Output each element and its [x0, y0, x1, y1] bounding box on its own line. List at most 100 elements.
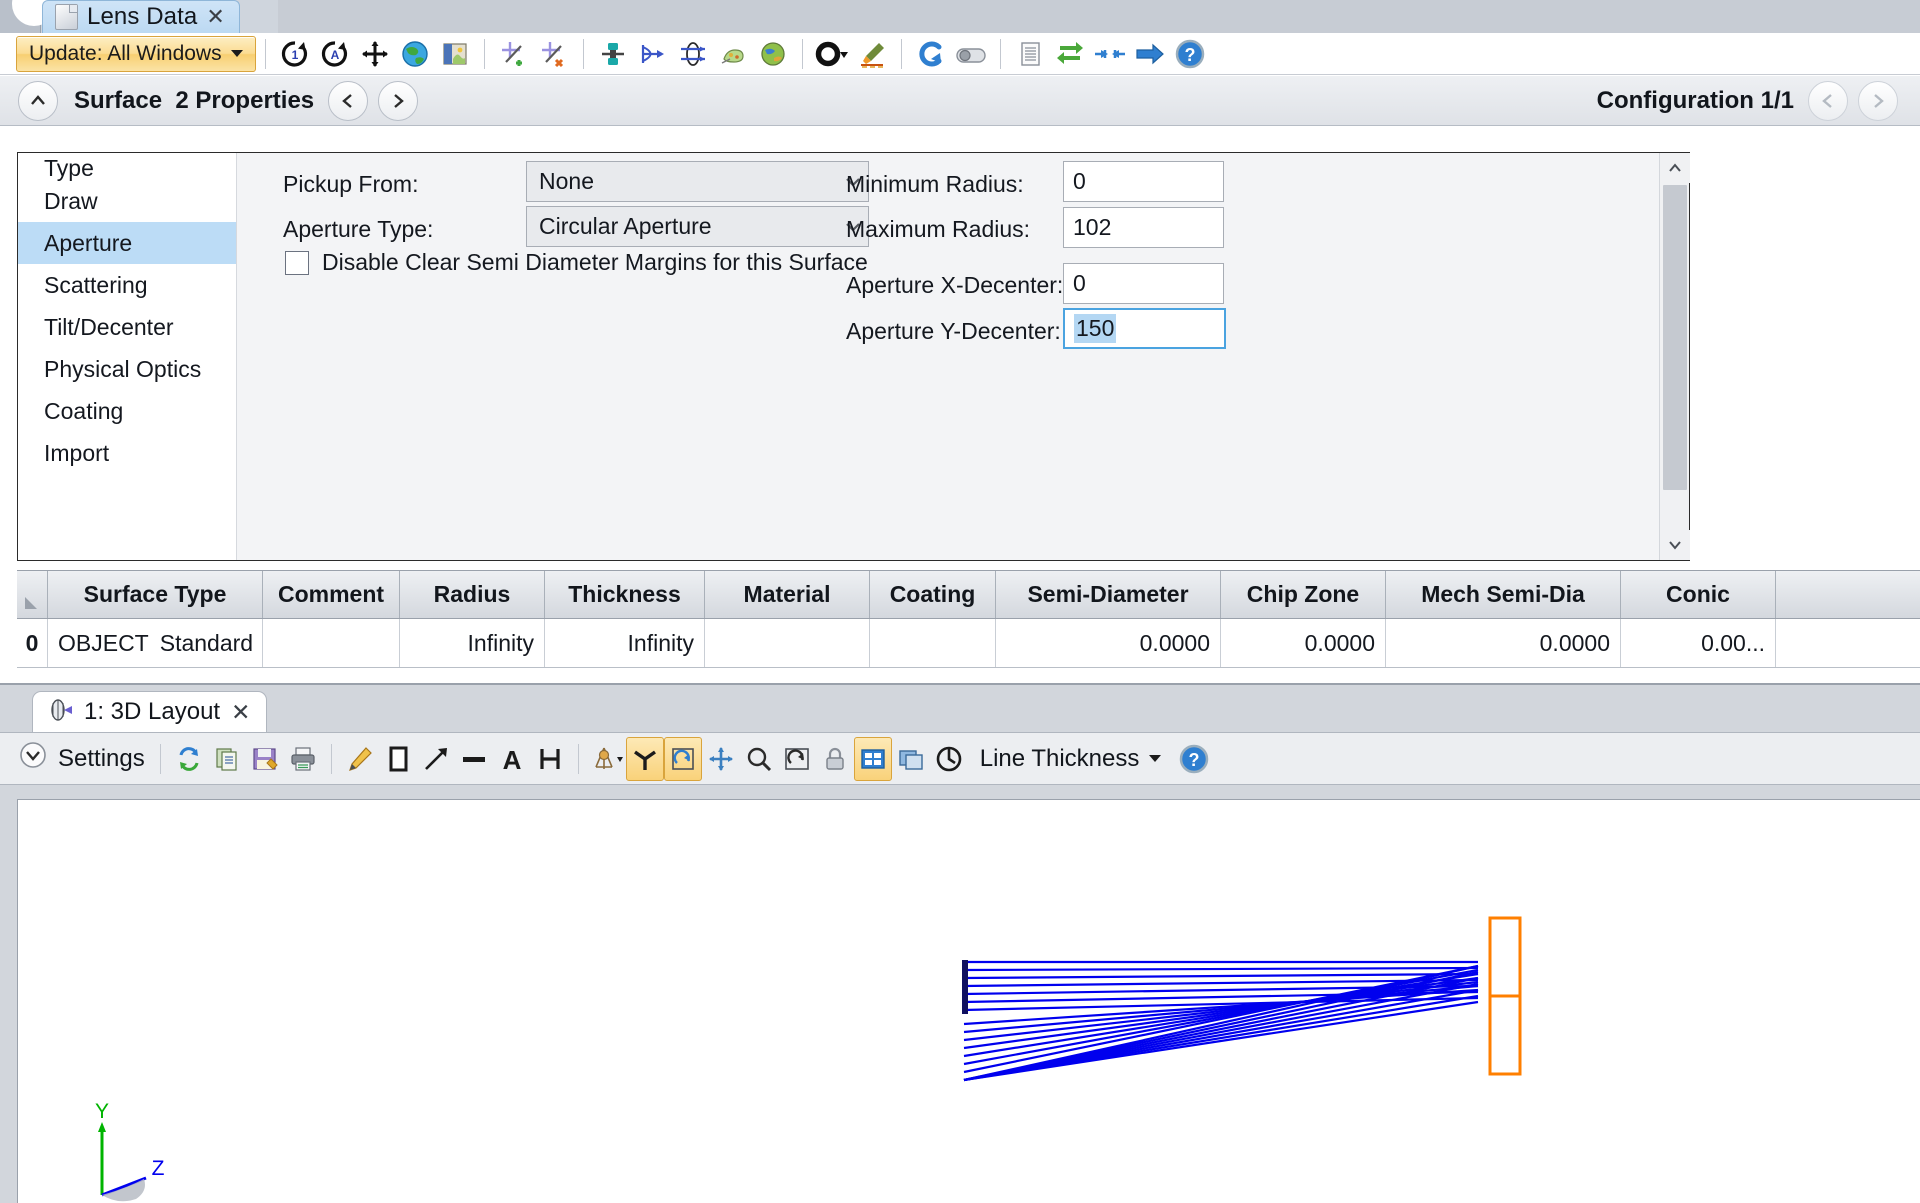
3d-layout-canvas[interactable]: Y Z [17, 799, 1920, 1203]
close-icon[interactable]: ✕ [206, 4, 224, 30]
column-header-conic[interactable]: Conic [1621, 571, 1776, 618]
arrow-annotation-icon[interactable] [417, 737, 455, 781]
category-item-scattering[interactable]: Scattering [18, 264, 236, 306]
scrollbar-thumb[interactable] [1663, 185, 1687, 490]
pickup-from-select[interactable]: None [526, 161, 869, 202]
next-surface-button[interactable] [378, 80, 419, 121]
refresh-icon[interactable] [170, 737, 208, 781]
move-icon[interactable] [355, 35, 395, 73]
ray-aiming-icon[interactable] [633, 35, 673, 73]
undo-icon[interactable] [911, 35, 951, 73]
next-configuration-button[interactable] [1858, 80, 1898, 121]
cell-material[interactable] [705, 619, 870, 667]
category-item-coating[interactable]: Coating [18, 390, 236, 432]
disable-margins-checkbox-row[interactable]: Disable Clear Semi Diameter Margins for … [285, 249, 868, 276]
text-annotation-icon[interactable]: A [493, 737, 531, 781]
column-header-semi-diameter[interactable]: Semi-Diameter [996, 571, 1221, 618]
color-map-icon[interactable] [753, 35, 793, 73]
globe-icon[interactable] [395, 35, 435, 73]
cell-surface-type[interactable]: OBJECT Standard [48, 619, 263, 667]
close-icon[interactable]: ✕ [231, 699, 250, 726]
update-single-window-icon[interactable]: 1 [275, 35, 315, 73]
aperture-icon[interactable] [812, 35, 852, 73]
column-header-thickness[interactable]: Thickness [545, 571, 705, 618]
rotate-view-icon[interactable] [663, 736, 702, 781]
chevron-down-icon[interactable] [230, 50, 243, 57]
minimum-radius-input[interactable]: 0 [1063, 161, 1224, 202]
window-icon[interactable] [892, 737, 930, 781]
column-header-mech-semi-dia[interactable]: Mech Semi-Dia [1386, 571, 1621, 618]
cell-conic[interactable]: 0.00... [1621, 619, 1776, 667]
properties-scrollbar[interactable] [1659, 153, 1690, 560]
refresh-view-icon[interactable] [930, 737, 968, 781]
table-row[interactable]: 0 OBJECT Standard Infinity Infinity 0.00… [17, 619, 1920, 668]
isometric-view-icon[interactable] [625, 736, 664, 781]
column-header-material[interactable]: Material [705, 571, 870, 618]
category-item-tilt-decenter[interactable]: Tilt/Decenter [18, 306, 236, 348]
select-all-corner[interactable] [17, 571, 48, 618]
column-header-chip-zone[interactable]: Chip Zone [1221, 571, 1386, 618]
column-header-coating[interactable]: Coating [870, 571, 996, 618]
delete-surface-icon[interactable] [534, 35, 574, 73]
category-item-aperture[interactable]: Aperture [18, 222, 236, 264]
sync-icon[interactable] [1050, 35, 1090, 73]
copy-icon[interactable] [208, 737, 246, 781]
system-check-icon[interactable] [673, 35, 713, 73]
scroll-down-arrow[interactable] [1660, 530, 1690, 560]
column-header-radius[interactable]: Radius [400, 571, 545, 618]
line-annotation-icon[interactable] [455, 737, 493, 781]
aperture-y-decenter-input[interactable]: 150 [1063, 308, 1226, 349]
collapse-icon[interactable] [1090, 35, 1130, 73]
scatter-plot-icon[interactable] [713, 35, 753, 73]
report-icon[interactable] [1010, 35, 1050, 73]
category-item-draw[interactable]: Draw [18, 180, 236, 222]
tolerance-icon[interactable] [852, 35, 892, 73]
lock-icon[interactable] [816, 737, 854, 781]
forward-icon[interactable] [1130, 35, 1170, 73]
help-icon[interactable]: ? [1175, 737, 1213, 781]
cell-mech-semi-dia[interactable]: 0.0000 [1386, 619, 1621, 667]
toggle-icon[interactable] [951, 35, 991, 73]
scroll-up-arrow[interactable] [1660, 153, 1690, 183]
pan-icon[interactable] [702, 737, 740, 781]
previous-surface-button[interactable] [328, 80, 369, 121]
insert-surface-icon[interactable] [494, 35, 534, 73]
category-item-type[interactable]: Type [18, 153, 236, 180]
disable-margins-checkbox[interactable] [285, 250, 309, 275]
cell-radius[interactable]: Infinity [400, 619, 545, 667]
save-icon[interactable] [246, 737, 284, 781]
cell-semi-diameter[interactable]: 0.0000 [996, 619, 1221, 667]
cell-comment[interactable] [263, 619, 400, 667]
cell-thickness[interactable]: Infinity [545, 619, 705, 667]
chevron-down-icon[interactable] [1149, 755, 1162, 762]
zoom-icon[interactable] [740, 737, 778, 781]
ray-view-icon[interactable] [588, 737, 626, 781]
cell-coating[interactable] [870, 619, 996, 667]
document-tab-lens-data[interactable]: Lens Data ✕ [42, 0, 240, 33]
category-item-import[interactable]: Import [18, 432, 236, 474]
previous-configuration-button[interactable] [1808, 80, 1848, 121]
help-icon[interactable]: ? [1170, 35, 1210, 73]
aperture-x-decenter-input[interactable]: 0 [1063, 263, 1224, 304]
category-item-physical-optics[interactable]: Physical Optics [18, 348, 236, 390]
maximum-radius-input[interactable]: 102 [1063, 207, 1224, 248]
reset-view-icon[interactable] [778, 737, 816, 781]
app-menu-corner[interactable] [0, 0, 56, 33]
update-all-windows-icon[interactable]: A [315, 35, 355, 73]
line-thickness-dropdown[interactable]: Line Thickness [980, 745, 1162, 773]
column-header-surface-type[interactable]: Surface Type [48, 571, 263, 618]
update-all-windows-button[interactable]: Update: All Windows [16, 35, 256, 72]
quick-focus-icon[interactable] [593, 35, 633, 73]
print-icon[interactable] [284, 737, 322, 781]
lens-catalog-icon[interactable] [435, 35, 475, 73]
aperture-type-select[interactable]: Circular Aperture [526, 206, 869, 247]
settings-button[interactable]: Settings [18, 740, 145, 777]
column-header-comment[interactable]: Comment [263, 571, 400, 618]
fit-window-icon[interactable] [853, 736, 892, 781]
rectangle-annotation-icon[interactable] [379, 737, 417, 781]
collapse-properties-button[interactable] [18, 80, 58, 121]
cell-chip-zone[interactable]: 0.0000 [1221, 619, 1386, 667]
layout-tab-3d-layout[interactable]: 1: 3D Layout ✕ [32, 691, 268, 732]
dimension-annotation-icon[interactable] [531, 737, 569, 781]
window-splitter[interactable] [0, 669, 1920, 685]
